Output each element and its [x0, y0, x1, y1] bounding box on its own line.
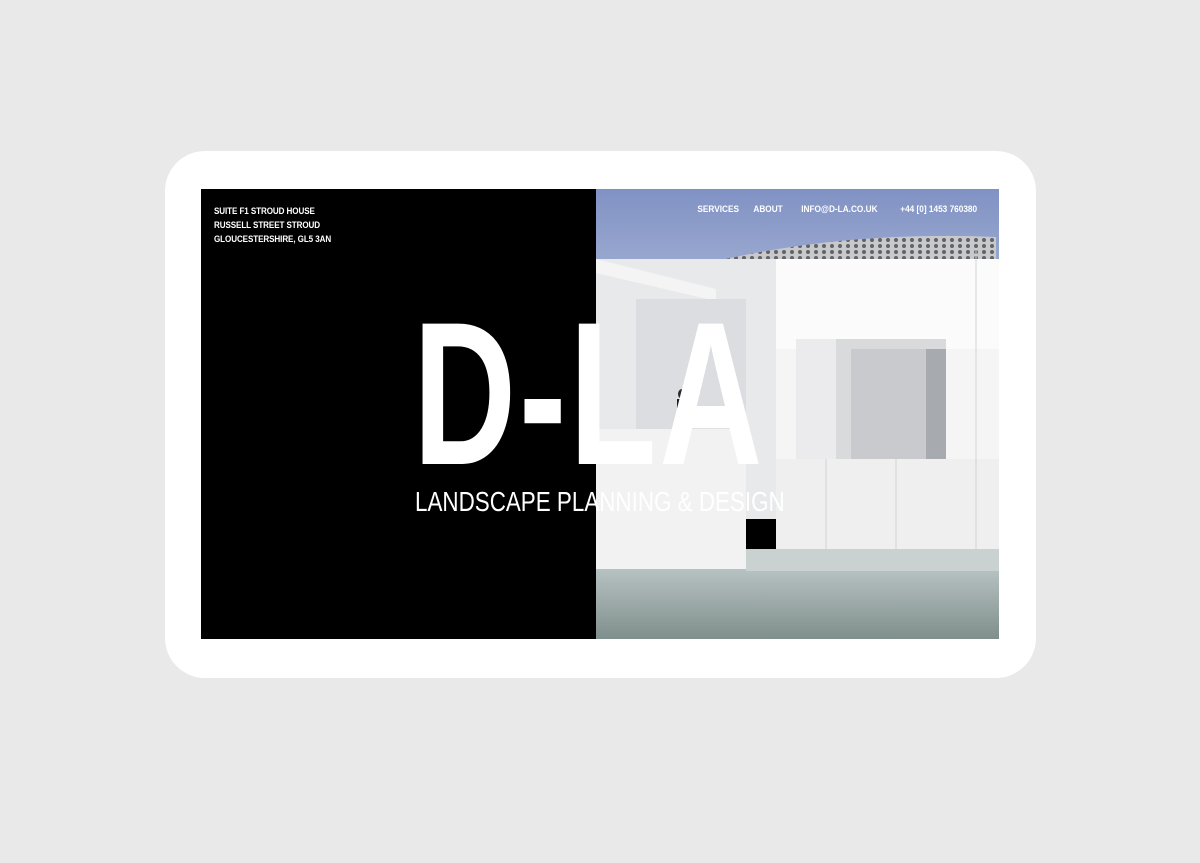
- nav-services-link[interactable]: SERVICES: [698, 204, 740, 216]
- address-line-2: RUSSELL STREET STROUD: [214, 219, 321, 230]
- site-logo-wordmark: D-LA: [413, 280, 766, 508]
- nav-about-link[interactable]: ABOUT: [753, 204, 782, 216]
- site-tagline: LANDSCAPE PLANNING & DESIGN: [415, 486, 785, 517]
- studio-address: SUITE F1 STROUD HOUSE RUSSELL STREET STR…: [214, 204, 331, 246]
- website-screen: SUITE F1 STROUD HOUSE RUSSELL STREET STR…: [201, 189, 999, 639]
- address-line-1: SUITE F1 STROUD HOUSE: [214, 205, 315, 216]
- nav-phone-link[interactable]: +44 [0] 1453 760380: [900, 204, 977, 216]
- address-line-3: GLOUCESTERSHIRE, GL5 3AN: [214, 233, 332, 244]
- top-navigation: SERVICES ABOUT INFO@D-LA.CO.UK +44 [0] 1…: [694, 204, 983, 216]
- nav-email-link[interactable]: INFO@D-LA.CO.UK: [801, 204, 877, 216]
